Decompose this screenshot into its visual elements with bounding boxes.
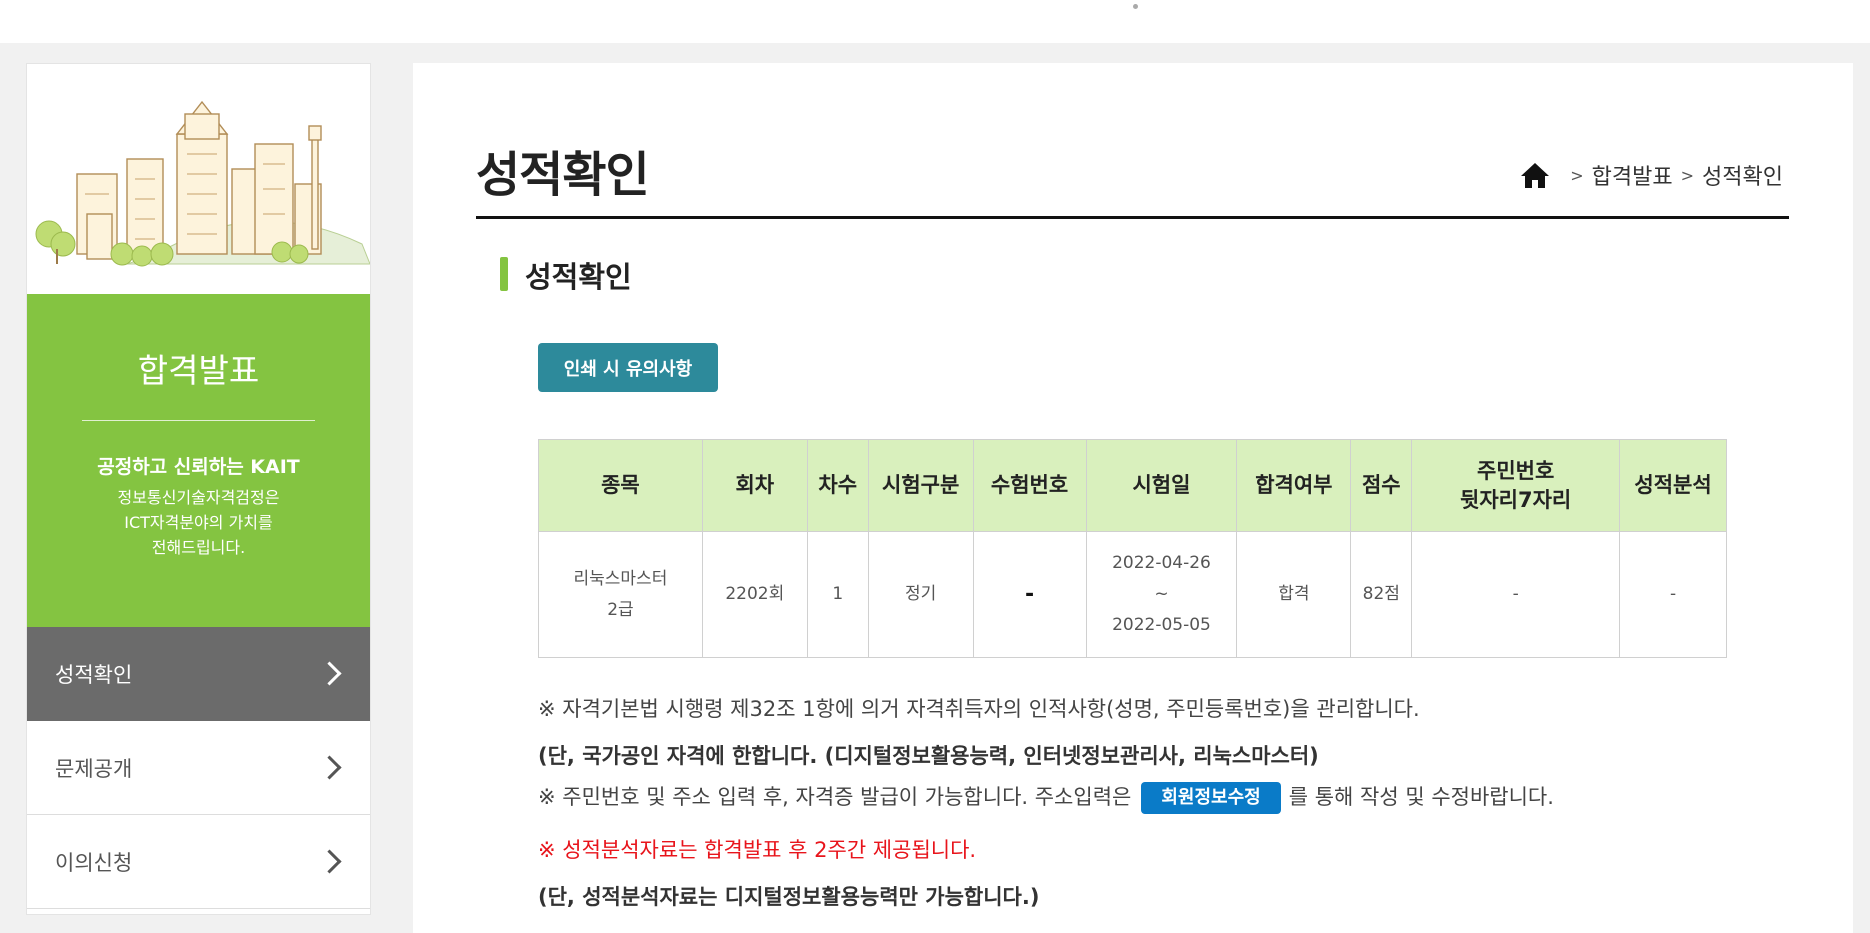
description-line: 전해드립니다. <box>151 538 246 557</box>
edit-member-info-button[interactable]: 회원정보수정 <box>1141 782 1281 814</box>
home-icon[interactable] <box>1520 161 1550 189</box>
slogan: 공정하고 신뢰하는 KAIT <box>97 456 300 478</box>
table-row: 리눅스마스터 2급 2202회 1 정기 - 2022-04-26 ~2022-05… <box>538 531 1727 658</box>
sidebar-item-label: 문제공개 <box>55 756 133 781</box>
cell-analysis: - <box>1619 531 1727 658</box>
column-header: 합격여부 <box>1236 439 1352 532</box>
description-line: ICT자격분야의 가치를 <box>124 513 273 532</box>
breadcrumb: > 합격발표 > 성적확인 <box>1520 159 1783 191</box>
sidebar-item-label: 이의신청 <box>55 850 133 875</box>
cell-result: 합격 <box>1236 531 1352 658</box>
chevron-right-icon <box>317 849 342 874</box>
cell-exam-date: 2022-04-26 ~2022-05-05 <box>1085 531 1238 658</box>
section-title: 합격발표 <box>137 351 260 390</box>
sidebar-item-question-release[interactable]: 문제공개 <box>27 721 370 815</box>
note-line-warning: ※ 성적분석자료는 합격발표 후 2주간 제공됩니다. <box>538 838 977 862</box>
column-header: 주민번호뒷자리7자리 <box>1411 439 1621 532</box>
cell-line: 2급 <box>607 599 634 620</box>
dot-indicator <box>1133 4 1138 9</box>
cell-subject: 리눅스마스터 2급 <box>538 531 703 658</box>
sidebar-item-label: 성적확인 <box>55 662 133 687</box>
score-table: 종목 회차 차수 시험구분 수험번호 시험일 합격여부 점수 주민번호뒷자리7자… <box>538 439 1727 658</box>
header-line: 주민번호 <box>1477 458 1555 483</box>
sidebar-item-score-check[interactable]: 성적확인 <box>27 627 370 721</box>
sidebar-item-appeal[interactable]: 이의신청 <box>27 815 370 909</box>
column-header: 차수 <box>806 439 869 532</box>
section-banner: 합격발표 공정하고 신뢰하는 KAIT 정보통신기술자격검정은 ICT자격분야의… <box>27 294 370 627</box>
cell-line: 2022-05-05 <box>1112 615 1211 635</box>
cell-resident-number: - <box>1411 531 1621 658</box>
print-notice-button[interactable]: 인쇄 시 유의사항 <box>538 343 718 392</box>
note-text: ※ 주민번호 및 주소 입력 후, 자격증 발급이 가능합니다. 주소입력은 <box>538 785 1132 809</box>
column-header: 성적분석 <box>1619 439 1727 532</box>
sidebar: 합격발표 공정하고 신뢰하는 KAIT 정보통신기술자격검정은 ICT자격분야의… <box>26 63 371 915</box>
breadcrumb-item[interactable]: 합격발표 <box>1592 159 1673 191</box>
note-line: ※ 자격기본법 시행령 제32조 1항에 의거 자격취득자의 인적사항(성명, … <box>538 697 1420 721</box>
note-line: ※ 주민번호 및 주소 입력 후, 자격증 발급이 가능합니다. 주소입력은 회원… <box>538 781 1554 814</box>
column-header: 수험번호 <box>972 439 1087 532</box>
top-bar <box>0 0 1870 43</box>
table-header-row: 종목 회차 차수 시험구분 수험번호 시험일 합격여부 점수 주민번호뒷자리7자… <box>538 439 1727 532</box>
section-marker <box>500 257 508 291</box>
cell-line: 2022-04-26 <box>1112 553 1211 573</box>
sidebar-menu: 성적확인 문제공개 이의신청 <box>27 627 370 909</box>
cell-type: 정기 <box>867 531 974 658</box>
cell-score: 82점 <box>1350 531 1413 658</box>
chevron-right-icon <box>317 755 342 780</box>
cell-exam-number: - <box>972 531 1087 658</box>
cell-round: 2202회 <box>701 531 808 658</box>
note-line: (단, 국가공인 자격에 한합니다. (디지털정보활용능력, 인터넷정보관리사,… <box>538 744 1319 768</box>
cell-session: 1 <box>806 531 869 658</box>
cell-line: ~ <box>1154 584 1169 604</box>
cell-line: 리눅스마스터 <box>573 568 668 589</box>
description: 정보통신기술자격검정은 ICT자격분야의 가치를 전해드립니다. <box>27 485 370 560</box>
note-text: 를 통해 작성 및 수정바랍니다. <box>1288 785 1554 809</box>
breadcrumb-separator: > <box>1570 165 1584 185</box>
breadcrumb-separator: > <box>1680 165 1695 185</box>
column-header: 시험구분 <box>867 439 974 532</box>
column-header: 시험일 <box>1085 439 1238 532</box>
column-header: 점수 <box>1350 439 1413 532</box>
chevron-right-icon <box>317 661 342 686</box>
column-header: 종목 <box>538 439 703 532</box>
city-illustration <box>35 100 370 267</box>
page-title: 성적확인 <box>476 147 650 203</box>
section-heading: 성적확인 <box>525 260 632 294</box>
description-line: 정보통신기술자격검정은 <box>117 488 280 507</box>
column-header: 회차 <box>701 439 808 532</box>
title-divider <box>476 216 1789 219</box>
header-line: 뒷자리7자리 <box>1460 487 1572 512</box>
main-content: 성적확인 > 합격발표 > 성적확인 성적확인 인쇄 시 유의사항 종목 회차 … <box>413 63 1853 933</box>
breadcrumb-item-current: 성적확인 <box>1702 165 1783 190</box>
note-line: (단, 성적분석자료는 디지털정보활용능력만 가능합니다.) <box>538 885 1040 909</box>
divider <box>82 420 315 421</box>
